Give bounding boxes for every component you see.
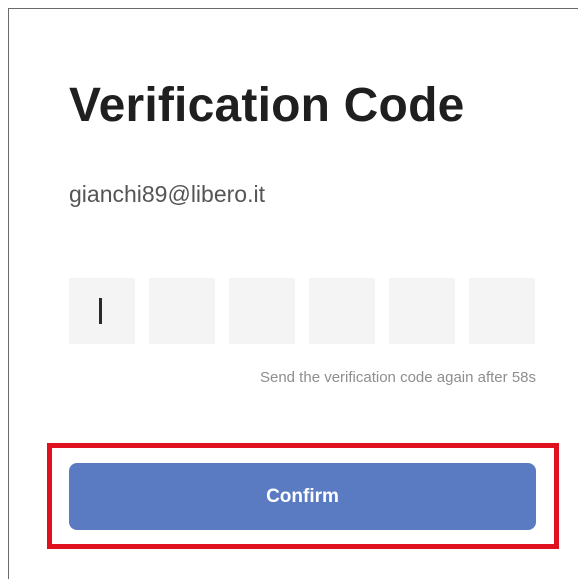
code-digit-box-2[interactable] bbox=[149, 278, 215, 344]
code-digit-box-3[interactable] bbox=[229, 278, 295, 344]
code-digit-box-6[interactable] bbox=[469, 278, 535, 344]
text-cursor bbox=[99, 298, 102, 324]
resend-countdown: Send the verification code again after 5… bbox=[259, 369, 536, 386]
code-digit-box-4[interactable] bbox=[309, 278, 375, 344]
code-digit-box-5[interactable] bbox=[389, 278, 455, 344]
email-address: gianchi89@libero.it bbox=[69, 181, 265, 207]
highlight-box bbox=[47, 443, 559, 549]
page-title: Verification Code bbox=[69, 79, 465, 132]
code-digit-box-1[interactable] bbox=[69, 278, 135, 344]
verification-code-input bbox=[69, 278, 535, 344]
